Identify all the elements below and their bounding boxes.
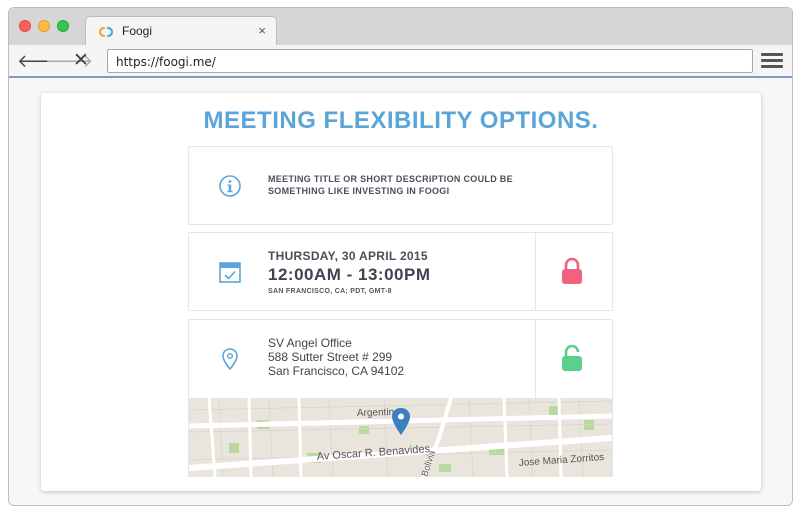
title-bar: Foogi × xyxy=(9,8,792,46)
minimize-window-button[interactable] xyxy=(38,20,50,32)
meeting-card: MEETING FLEXIBILITY OPTIONS. MEETING TIT… xyxy=(41,93,761,491)
lock-closed-icon[interactable] xyxy=(561,257,583,285)
meeting-timezone: SAN FRANCISCO, CA; PDT, GMT-8 xyxy=(268,288,392,295)
location-street: 588 Sutter Street # 299 xyxy=(268,350,393,364)
meeting-time-panel: THURSDAY, 30 APRIL 2015 12:00AM - 13:00P… xyxy=(188,232,613,311)
lock-open-icon[interactable] xyxy=(561,344,583,372)
info-icon xyxy=(219,175,241,197)
address-bar[interactable]: https://foogi.me/ xyxy=(107,49,753,73)
tab-title: Foogi xyxy=(122,24,153,38)
tab-close-icon[interactable]: × xyxy=(258,23,266,38)
browser-tab[interactable]: Foogi × xyxy=(85,16,277,46)
zoom-window-button[interactable] xyxy=(57,20,69,32)
meeting-date: THURSDAY, 30 APRIL 2015 xyxy=(268,249,428,263)
hamburger-menu-icon[interactable] xyxy=(761,53,783,69)
page-title: MEETING FLEXIBILITY OPTIONS. xyxy=(203,107,599,134)
close-window-button[interactable] xyxy=(19,20,31,32)
location-pin-icon xyxy=(222,348,238,371)
stop-loading-icon[interactable]: ✕ xyxy=(73,51,89,71)
calendar-check-icon xyxy=(219,262,241,283)
panel-divider xyxy=(535,320,536,398)
browser-toolbar: 🡐 🡒 ✕ https://foogi.me/ xyxy=(9,45,792,78)
browser-window: Foogi × 🡐 🡒 ✕ https://foogi.me/ MEETING … xyxy=(8,7,793,506)
foogi-logo-icon xyxy=(98,26,114,38)
location-name: SV Angel Office xyxy=(268,336,352,350)
location-map[interactable]: Argentine Av Oscar R. Benavides Jose Mar… xyxy=(189,398,612,477)
map-canvas: Argentine Av Oscar R. Benavides Jose Mar… xyxy=(189,398,612,477)
page-content: MEETING FLEXIBILITY OPTIONS. MEETING TIT… xyxy=(9,79,792,505)
meeting-info-panel: MEETING TITLE OR SHORT DESCRIPTION COULD… xyxy=(188,146,613,225)
meeting-location-panel: SV Angel Office 588 Sutter Street # 299 … xyxy=(188,319,613,477)
location-city: San Francisco, CA 94102 xyxy=(268,364,405,378)
meeting-time-range: 12:00AM - 13:00PM xyxy=(268,265,431,284)
panel-divider xyxy=(535,233,536,311)
meeting-description: MEETING TITLE OR SHORT DESCRIPTION COULD… xyxy=(268,174,513,196)
